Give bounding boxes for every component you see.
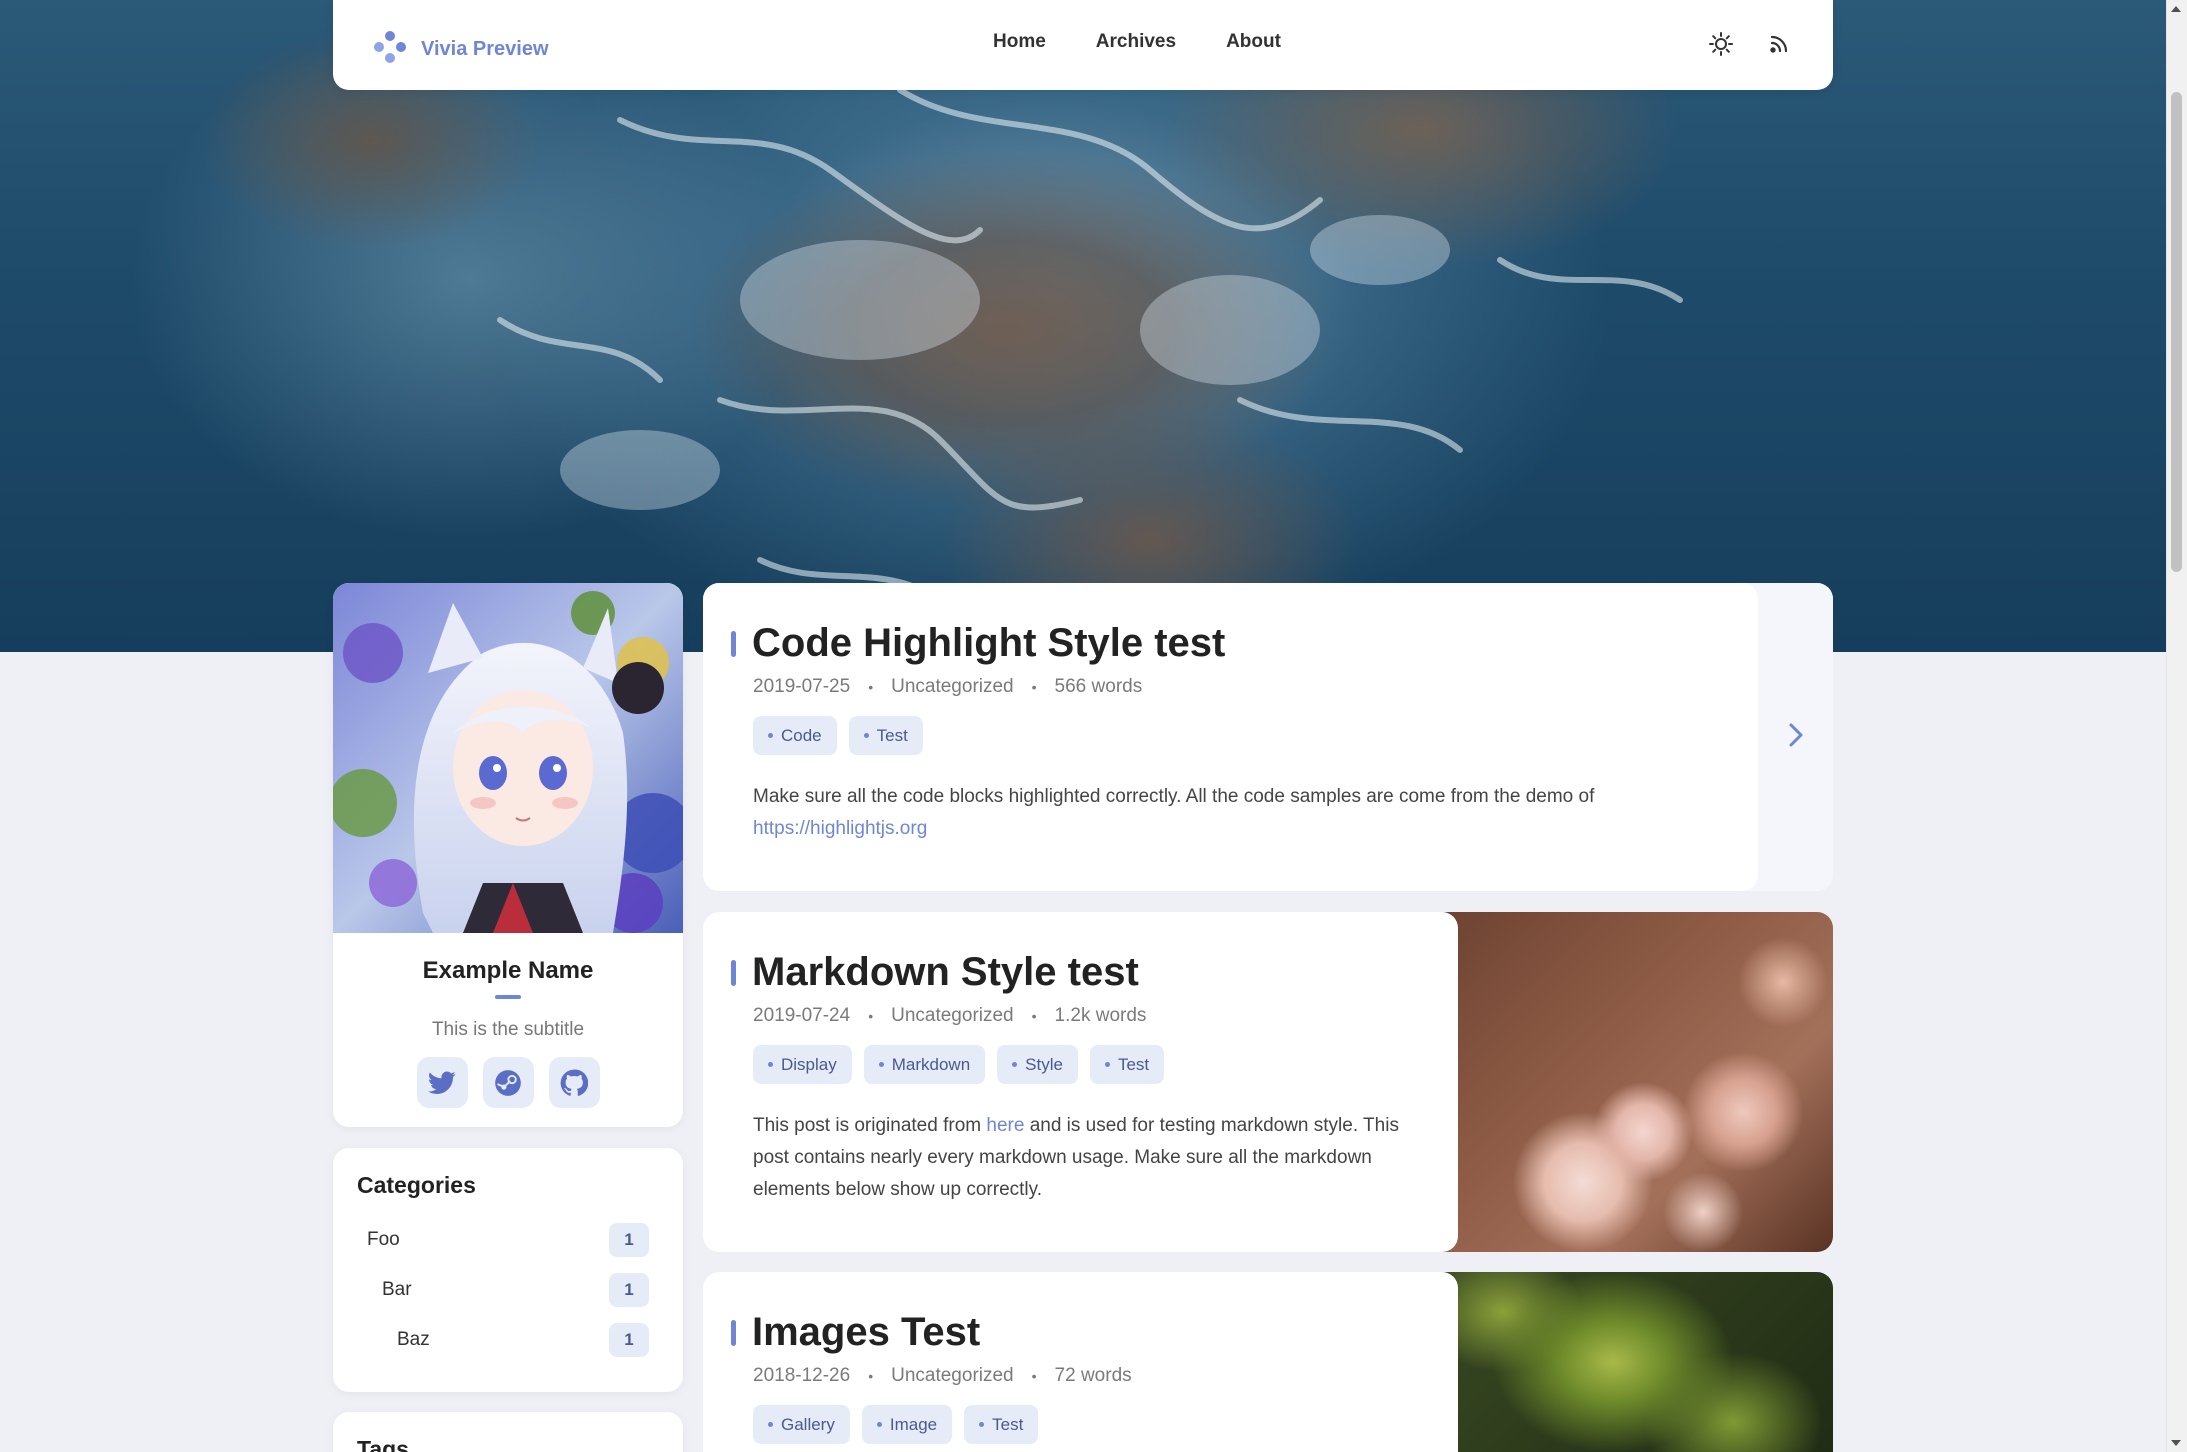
post-meta: 2019-07-25 • Uncategorized • 566 words <box>753 676 1708 698</box>
top-actions <box>1707 30 1793 58</box>
meta-separator: • <box>868 1008 874 1024</box>
steam-icon[interactable] <box>482 1057 534 1108</box>
tag-markdown[interactable]: Markdown <box>863 1045 986 1084</box>
title-accent-bar <box>731 1319 736 1346</box>
read-more-button[interactable] <box>1758 583 1833 891</box>
post-title-row: Code Highlight Style test <box>731 621 1708 666</box>
post-date: 2018-12-26 <box>753 1365 851 1386</box>
post-tags: Gallery Image Test <box>753 1405 1408 1444</box>
tag-test[interactable]: Test <box>964 1405 1039 1444</box>
tags-widget: Tags <box>333 1412 683 1452</box>
post-category[interactable]: Uncategorized <box>891 1365 1014 1387</box>
post-card: Images Test 2018-12-26 • Uncategorized •… <box>703 1272 1833 1452</box>
dots-logo-icon <box>373 30 407 69</box>
tag-gallery[interactable]: Gallery <box>753 1405 850 1444</box>
title-accent-bar <box>731 959 736 986</box>
category-label: Bar <box>382 1279 412 1300</box>
rss-icon[interactable] <box>1765 30 1793 58</box>
chevron-right-icon <box>1787 722 1805 753</box>
post-card: Code Highlight Style test 2019-07-25 • U… <box>703 583 1833 891</box>
post-title[interactable]: Markdown Style test <box>752 950 1139 995</box>
post-date: 2019-07-24 <box>753 1005 851 1026</box>
name-underline <box>495 995 521 999</box>
post-tags: Code Test <box>753 716 1708 755</box>
meta-separator: • <box>1031 1008 1037 1024</box>
excerpt-text: Make sure all the code blocks highlighte… <box>753 786 1595 807</box>
profile-card: Example Name This is the subtitle <box>333 583 683 1127</box>
nav-about[interactable]: About <box>1226 31 1281 53</box>
post-excerpt: Make sure all the code blocks highlighte… <box>753 781 1708 845</box>
excerpt-text: This post is originated from <box>753 1115 982 1136</box>
category-label: Foo <box>367 1229 400 1250</box>
category-count: 1 <box>609 1223 649 1257</box>
sun-icon[interactable] <box>1707 30 1735 58</box>
post-title[interactable]: Code Highlight Style test <box>752 621 1225 666</box>
nav-home[interactable]: Home <box>993 31 1046 53</box>
post-excerpt: This post is originated from here and is… <box>753 1110 1408 1206</box>
tag-display[interactable]: Display <box>753 1045 852 1084</box>
github-icon[interactable] <box>548 1057 600 1108</box>
main-nav: Home Archives About <box>993 31 1281 53</box>
twitter-icon[interactable] <box>416 1057 468 1108</box>
post-word-count: 1.2k words <box>1054 1005 1147 1026</box>
post-category[interactable]: Uncategorized <box>891 1005 1014 1027</box>
meta-separator: • <box>1031 1368 1037 1384</box>
category-count: 1 <box>609 1273 649 1307</box>
tag-image[interactable]: Image <box>861 1405 953 1444</box>
excerpt-link[interactable]: here <box>986 1115 1024 1136</box>
profile-name: Example Name <box>422 957 594 984</box>
post-body: Markdown Style test 2019-07-24 • Uncateg… <box>703 912 1458 1252</box>
tag-code[interactable]: Code <box>753 716 837 755</box>
post-thumbnail[interactable] <box>1413 912 1833 1252</box>
categories-widget: Categories Foo 1 Bar 1 Baz 1 <box>333 1148 683 1392</box>
post-card: Markdown Style test 2019-07-24 • Uncateg… <box>703 912 1833 1252</box>
brand-link[interactable]: Vivia Preview <box>373 30 549 69</box>
post-body: Images Test 2018-12-26 • Uncategorized •… <box>703 1272 1458 1452</box>
post-word-count: 566 words <box>1054 676 1143 697</box>
post-date: 2019-07-25 <box>753 676 851 697</box>
categories-title: Categories <box>357 1172 476 1198</box>
post-word-count: 72 words <box>1054 1365 1132 1386</box>
avatar <box>333 583 683 933</box>
page-scrollbar[interactable] <box>2166 0 2187 1452</box>
excerpt-link[interactable]: https://highlightjs.org <box>753 818 927 839</box>
post-thumbnail[interactable] <box>1413 1272 1833 1452</box>
category-item-bar[interactable]: Bar 1 <box>357 1265 659 1315</box>
tags-title: Tags <box>357 1436 409 1452</box>
post-title-row: Markdown Style test <box>731 950 1408 995</box>
meta-separator: • <box>868 1368 874 1384</box>
hero-surf-overlay <box>497 87 1683 603</box>
social-links <box>333 1057 683 1108</box>
category-count: 1 <box>609 1323 649 1357</box>
post-title-row: Images Test <box>731 1310 1408 1355</box>
profile-subtitle: This is the subtitle <box>431 1019 585 1040</box>
scrollbar-thumb[interactable] <box>2171 92 2182 572</box>
post-body: Code Highlight Style test 2019-07-25 • U… <box>703 583 1758 891</box>
hero-background-image <box>0 0 2166 652</box>
post-meta: 2019-07-24 • Uncategorized • 1.2k words <box>753 1005 1408 1027</box>
title-accent-bar <box>731 630 736 657</box>
post-meta: 2018-12-26 • Uncategorized • 72 words <box>753 1365 1408 1387</box>
tag-test[interactable]: Test <box>1089 1045 1165 1084</box>
scroll-down-arrow-icon[interactable] <box>2171 1440 2181 1446</box>
post-tags: Display Markdown Style Test <box>753 1045 1408 1084</box>
top-navigation-bar: Vivia Preview Home Archives About <box>333 0 1833 90</box>
post-category[interactable]: Uncategorized <box>891 676 1014 698</box>
nav-archives[interactable]: Archives <box>1096 31 1176 53</box>
meta-separator: • <box>1031 679 1037 695</box>
meta-separator: • <box>868 679 874 695</box>
category-label: Baz <box>397 1329 430 1350</box>
tag-test[interactable]: Test <box>848 716 923 755</box>
tag-style[interactable]: Style <box>997 1045 1078 1084</box>
post-title[interactable]: Images Test <box>752 1310 980 1355</box>
scroll-up-arrow-icon[interactable] <box>2171 6 2181 12</box>
brand-name: Vivia Preview <box>421 38 549 60</box>
category-item-baz[interactable]: Baz 1 <box>357 1315 659 1365</box>
category-item-foo[interactable]: Foo 1 <box>357 1215 659 1265</box>
